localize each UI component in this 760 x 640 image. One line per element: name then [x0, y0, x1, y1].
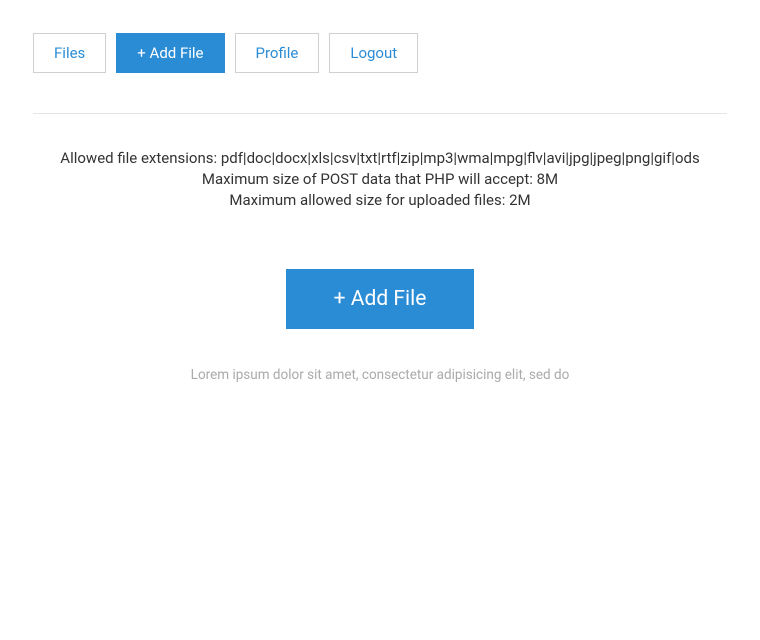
top-nav: Files + Add File Profile Logout: [33, 33, 727, 73]
allowed-extensions-text: Allowed file extensions: pdf|doc|docx|xl…: [33, 148, 727, 169]
nav-files-button[interactable]: Files: [33, 33, 106, 73]
nav-profile-button[interactable]: Profile: [235, 33, 320, 73]
nav-add-file-button[interactable]: + Add File: [116, 33, 224, 73]
add-file-section: + Add File: [33, 269, 727, 329]
max-upload-text: Maximum allowed size for uploaded files:…: [33, 190, 727, 211]
nav-logout-button[interactable]: Logout: [329, 33, 418, 73]
divider: [33, 113, 727, 114]
upload-info: Allowed file extensions: pdf|doc|docx|xl…: [33, 148, 727, 211]
add-file-button[interactable]: + Add File: [286, 269, 475, 329]
help-text: Lorem ipsum dolor sit amet, consectetur …: [33, 367, 727, 383]
max-post-text: Maximum size of POST data that PHP will …: [33, 169, 727, 190]
